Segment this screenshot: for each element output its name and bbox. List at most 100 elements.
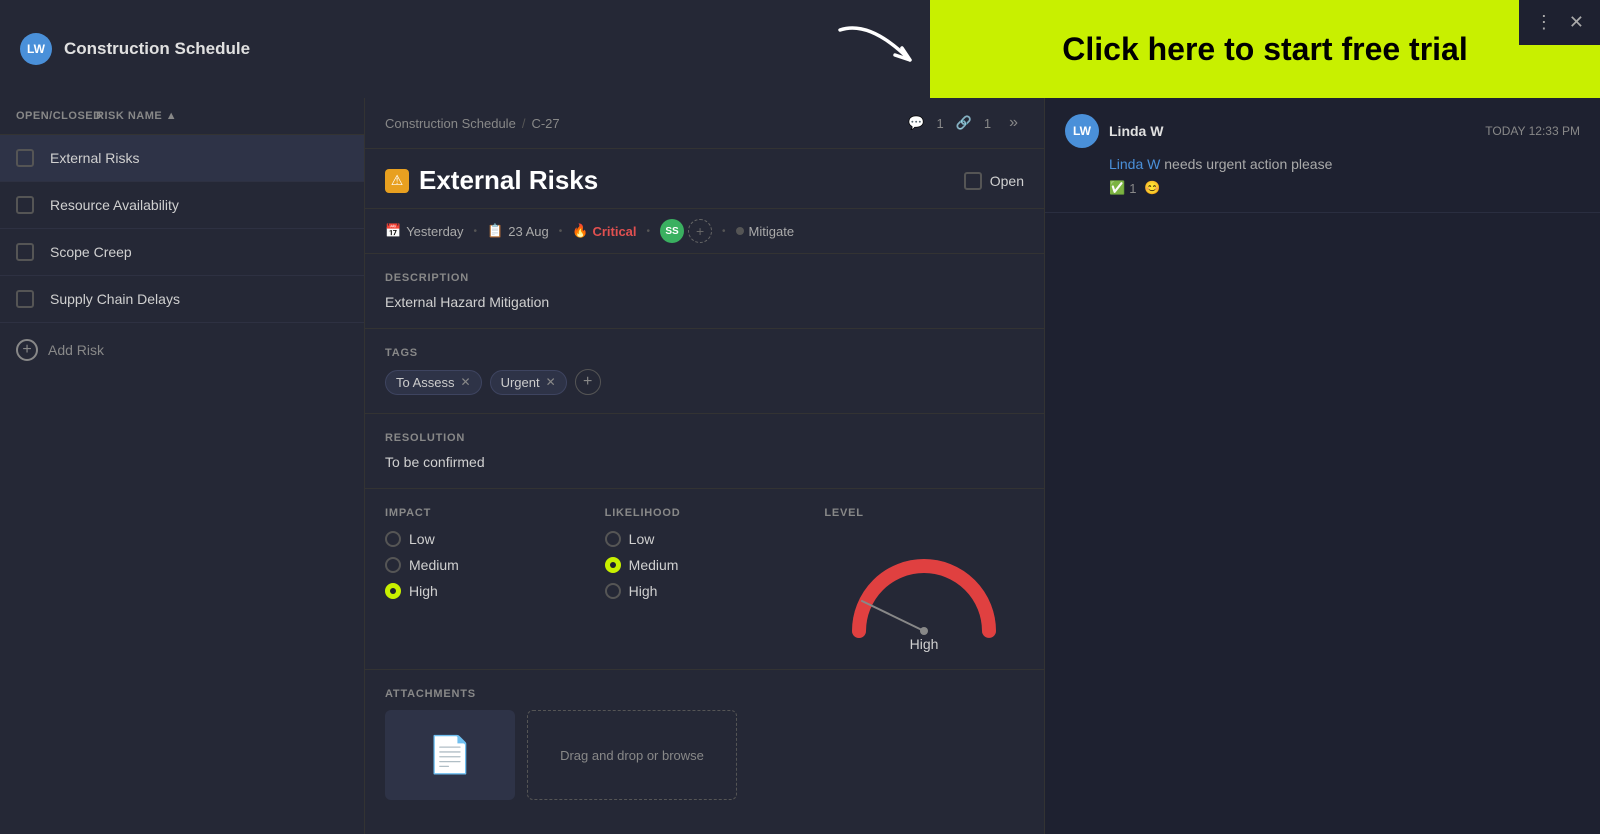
impact-low[interactable]: Low: [385, 531, 585, 547]
more-options-button[interactable]: ⋮: [1531, 8, 1557, 37]
assignee-add-button[interactable]: +: [688, 219, 712, 243]
impact-low-label: Low: [409, 531, 435, 547]
detail-header-actions: 💬 1 🔗 1 »: [908, 112, 1024, 134]
attachments-section: ATTACHMENTS 📄 Drag and drop or browse: [365, 670, 1044, 818]
item-name-external-risks: External Risks: [50, 150, 139, 166]
cta-banner[interactable]: Click here to start free trial: [930, 0, 1600, 98]
tag-to-assess-label: To Assess: [396, 375, 455, 390]
strategy-badge: Mitigate: [736, 224, 795, 239]
meta-row: 📅 Yesterday • 📋 23 Aug • 🔥 Critical • SS…: [365, 209, 1044, 254]
date-relative-text: Yesterday: [406, 224, 463, 239]
word-doc-icon: 📄: [428, 734, 473, 776]
risk-title-row: ⚠ External Risks Open: [365, 149, 1044, 209]
risk-title-text: External Risks: [419, 165, 598, 196]
open-badge: Open: [964, 172, 1024, 190]
assignee-avatar-ss: SS: [660, 219, 684, 243]
close-button[interactable]: ✕: [1565, 8, 1588, 37]
col-open-header: OPEN/CLOSED: [16, 110, 76, 122]
likelihood-medium[interactable]: Medium: [605, 557, 805, 573]
likelihood-high-label: High: [629, 583, 658, 599]
likelihood-high[interactable]: High: [605, 583, 805, 599]
user-avatar: LW: [20, 33, 52, 65]
impact-medium-radio[interactable]: [385, 557, 401, 573]
chat-reactions: ✅ 1 😊: [1065, 180, 1580, 196]
detail-header: Construction Schedule / C-27 💬 1 🔗 1 »: [365, 98, 1044, 149]
level-label: LEVEL: [824, 507, 1024, 519]
tag-to-assess[interactable]: To Assess ✕: [385, 370, 482, 395]
add-tag-button[interactable]: +: [575, 369, 601, 395]
comment-icon: 💬: [908, 115, 924, 131]
sidebar-item-resource-availability[interactable]: Resource Availability: [0, 182, 364, 229]
resolution-label: RESOLUTION: [385, 432, 1024, 444]
sidebar: OPEN/CLOSED RISK NAME ▲ External Risks R…: [0, 98, 365, 834]
sidebar-item-scope-creep[interactable]: Scope Creep: [0, 229, 364, 276]
checkbox-supply-chain-delays[interactable]: [16, 290, 34, 308]
resolution-text: To be confirmed: [385, 454, 1024, 470]
impact-column: IMPACT Low Medium High: [385, 507, 605, 651]
likelihood-medium-radio[interactable]: [605, 557, 621, 573]
likelihood-low-label: Low: [629, 531, 655, 547]
attachments-label: ATTACHMENTS: [385, 688, 1024, 700]
add-risk-button[interactable]: + Add Risk: [0, 323, 364, 377]
open-checkbox[interactable]: [964, 172, 982, 190]
link-count: 1: [984, 116, 991, 131]
item-name-resource-availability: Resource Availability: [50, 197, 179, 213]
resolution-section: RESOLUTION To be confirmed: [365, 414, 1044, 489]
impact-medium[interactable]: Medium: [385, 557, 585, 573]
reaction-emoji-picker[interactable]: 😊: [1144, 180, 1160, 196]
attachments-grid: 📄 Drag and drop or browse: [385, 710, 1024, 800]
plus-icon: +: [16, 339, 38, 361]
level-column: LEVEL High: [824, 507, 1024, 651]
likelihood-label: LIKELIHOOD: [605, 507, 805, 519]
meta-sep-1: •: [474, 226, 478, 237]
chat-username: Linda W: [1109, 123, 1163, 139]
meta-sep-4: •: [722, 226, 726, 237]
description-text: External Hazard Mitigation: [385, 294, 1024, 310]
tags-row: To Assess ✕ Urgent ✕ +: [385, 369, 1024, 395]
attachment-word-doc[interactable]: 📄: [385, 710, 515, 800]
checkbox-resource-availability[interactable]: [16, 196, 34, 214]
cta-text: Click here to start free trial: [1062, 31, 1467, 68]
tag-to-assess-remove[interactable]: ✕: [461, 375, 471, 389]
impact-high-radio[interactable]: [385, 583, 401, 599]
impact-medium-label: Medium: [409, 557, 459, 573]
add-risk-label: Add Risk: [48, 342, 104, 358]
expand-button[interactable]: »: [1003, 112, 1024, 134]
dot-icon: [736, 227, 744, 235]
reaction-checkmark[interactable]: ✅ 1: [1109, 180, 1136, 196]
impact-low-radio[interactable]: [385, 531, 401, 547]
chat-time: TODAY 12:33 PM: [1485, 124, 1580, 138]
sidebar-item-external-risks[interactable]: External Risks: [0, 135, 364, 182]
impact-high[interactable]: High: [385, 583, 585, 599]
reaction-count: 1: [1129, 181, 1136, 196]
tag-urgent[interactable]: Urgent ✕: [490, 370, 567, 395]
reaction-emoji: ✅: [1109, 180, 1125, 196]
risk-title-left: ⚠ External Risks: [385, 165, 598, 196]
gauge-container: High: [824, 531, 1024, 651]
meta-sep-2: •: [559, 226, 563, 237]
tag-urgent-remove[interactable]: ✕: [546, 375, 556, 389]
sidebar-header: OPEN/CLOSED RISK NAME ▲: [0, 98, 364, 135]
priority-text: Critical: [592, 224, 636, 239]
chat-message-text: needs urgent action please: [1160, 156, 1332, 172]
checkbox-external-risks[interactable]: [16, 149, 34, 167]
critical-badge: 🔥 Critical: [572, 223, 636, 239]
app-header: LW Construction Schedule: [0, 0, 930, 98]
checkbox-scope-creep[interactable]: [16, 243, 34, 261]
drop-label: Drag and drop or browse: [560, 748, 704, 763]
chat-msg-header: LW Linda W TODAY 12:33 PM: [1065, 114, 1580, 148]
risk-assessment-section: IMPACT Low Medium High: [365, 489, 1044, 670]
likelihood-column: LIKELIHOOD Low Medium High: [605, 507, 825, 651]
breadcrumb-item: C-27: [531, 116, 559, 131]
description-section: DESCRIPTION External Hazard Mitigation: [365, 254, 1044, 329]
attachment-drop-zone[interactable]: Drag and drop or browse: [527, 710, 737, 800]
meta-date-abs: 📋 23 Aug: [487, 223, 549, 239]
likelihood-low[interactable]: Low: [605, 531, 805, 547]
sidebar-item-supply-chain-delays[interactable]: Supply Chain Delays: [0, 276, 364, 323]
risk-icon: ⚠: [385, 169, 409, 193]
tags-section: TAGS To Assess ✕ Urgent ✕ +: [365, 329, 1044, 414]
breadcrumb: Construction Schedule / C-27: [385, 116, 560, 131]
date-icon: 📋: [487, 223, 503, 239]
likelihood-low-radio[interactable]: [605, 531, 621, 547]
likelihood-high-radio[interactable]: [605, 583, 621, 599]
